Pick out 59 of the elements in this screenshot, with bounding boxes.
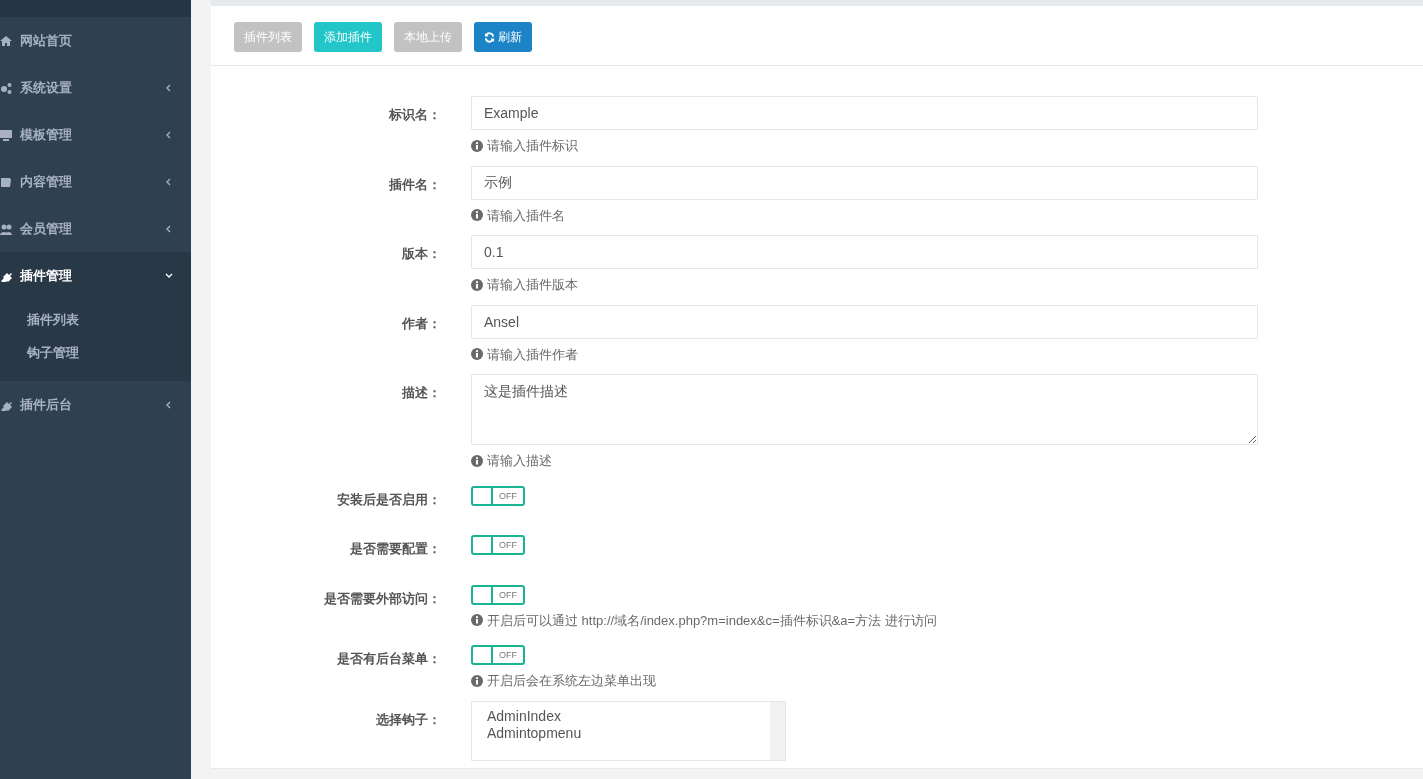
- chevron-left-icon: [165, 224, 173, 233]
- toggle-switch[interactable]: OFF: [471, 645, 525, 665]
- chevron-left-icon: [165, 400, 173, 409]
- chevron-left-icon: [165, 83, 173, 92]
- chevron-left-icon: [165, 130, 173, 139]
- help-text: 请输入插件作者: [487, 345, 578, 364]
- listbox-option[interactable]: AdminIndex: [487, 707, 770, 725]
- refresh-icon: [484, 31, 495, 43]
- text-input[interactable]: Example: [471, 96, 1258, 130]
- sidebar-subitem[interactable]: 钩子管理: [0, 336, 191, 369]
- info-icon: [471, 348, 483, 361]
- sidebar-item[interactable]: 内容管理: [0, 158, 191, 205]
- help-text: 开启后可以通过 http://域名/index.php?m=index&c=插件标识&a=方法 进行访问: [487, 611, 937, 630]
- info-icon: [471, 454, 483, 467]
- sidebar-item[interactable]: 网站首页: [0, 17, 191, 64]
- field-label: 版本：: [401, 245, 442, 263]
- hook-listbox[interactable]: AdminIndex Admintopmenu: [471, 700, 786, 761]
- field-label: 作者：: [400, 314, 442, 333]
- help-text: 请输入插件标识: [487, 137, 578, 155]
- field-label: 安装后是否启用：: [336, 490, 442, 509]
- field-label: 是否需要外部访问：: [323, 589, 442, 608]
- info-icon: [471, 139, 483, 152]
- document-icon: [0, 175, 12, 188]
- info-icon: [471, 209, 483, 222]
- field-label: 是否需要配置：: [349, 540, 442, 558]
- sidebar-item[interactable]: 会员管理: [0, 205, 191, 252]
- field-label: 插件名：: [388, 175, 442, 194]
- sidebar-item[interactable]: 插件管理: [0, 252, 191, 299]
- sidebar-item[interactable]: 系统设置: [0, 64, 191, 111]
- gears-icon: [0, 81, 12, 94]
- help-text: 开启后会在系统左边菜单出现: [487, 672, 656, 690]
- toggle-switch[interactable]: OFF: [471, 485, 525, 506]
- help-text: 请输入描述: [487, 452, 552, 470]
- toggle-switch[interactable]: OFF: [471, 584, 525, 605]
- house-icon: [0, 34, 12, 47]
- info-icon: [471, 614, 483, 627]
- text-input[interactable]: 0.1: [471, 235, 1258, 269]
- textarea-input[interactable]: 这是插件描述: [471, 374, 1258, 445]
- info-icon: [471, 674, 483, 687]
- field-label: 是否有后台菜单：: [336, 650, 442, 668]
- field-label: 选择钩子：: [375, 710, 442, 729]
- chevron-down-icon: [165, 271, 173, 280]
- refresh-button[interactable]: 刷新: [474, 22, 532, 52]
- info-icon: [471, 278, 483, 291]
- text-input[interactable]: Ansel: [471, 304, 1258, 339]
- chevron-left-icon: [165, 177, 173, 186]
- sidebar-item[interactable]: 插件后台: [0, 381, 191, 428]
- sidebar-item[interactable]: 模板管理: [0, 111, 191, 158]
- help-text: 请输入插件名: [487, 206, 565, 225]
- text-input[interactable]: 示例: [471, 165, 1258, 200]
- field-label: 标识名：: [388, 106, 442, 124]
- users-icon: [0, 222, 12, 235]
- help-text: 请输入插件版本: [487, 276, 578, 294]
- scrollbar: [770, 701, 785, 760]
- sidebar-subitem[interactable]: 插件列表: [0, 303, 191, 336]
- monitor-icon: [0, 128, 12, 141]
- listbox-option[interactable]: Admintopmenu: [487, 724, 770, 742]
- toggle-switch[interactable]: OFF: [471, 535, 525, 555]
- field-label: 描述：: [401, 384, 442, 402]
